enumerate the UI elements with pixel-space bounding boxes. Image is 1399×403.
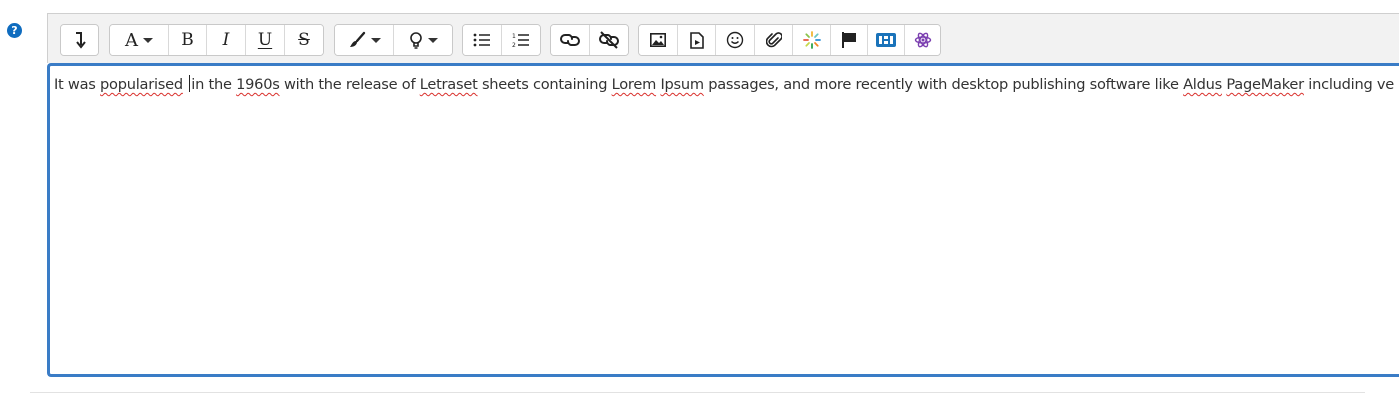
underline-button[interactable]: U [246, 25, 285, 55]
text-segment: with the release of [279, 76, 420, 93]
font-color-button[interactable]: A [110, 25, 169, 55]
flag-icon [842, 32, 856, 48]
unordered-list-button[interactable] [463, 25, 502, 55]
chevron-down-icon [370, 37, 381, 43]
text-segment: sheets containing [477, 76, 612, 93]
underline-icon: U [257, 30, 273, 50]
editor-content-area[interactable]: It was popularised in the 1960s with the… [47, 63, 1399, 377]
misspelled-word: Ipsum [660, 76, 704, 93]
collapse-icon [75, 32, 86, 49]
font-color-icon: A [125, 29, 138, 51]
text-segment: It was [54, 76, 101, 93]
brush-icon [349, 31, 365, 47]
unlink-icon [599, 31, 619, 49]
text-segment: including ve [1303, 76, 1394, 93]
bold-button[interactable]: B [169, 25, 207, 55]
bold-icon: B [181, 30, 194, 50]
brush-button[interactable] [335, 25, 394, 55]
misspelled-word: PageMaker [1226, 76, 1304, 93]
emoji-button[interactable] [716, 25, 755, 55]
rich-text-editor: A B I U S 1 2 It was popularised in the … [47, 13, 1399, 377]
flag-button[interactable] [831, 25, 868, 55]
italic-button[interactable]: I [207, 25, 246, 55]
text-segment: passages, and more recently with desktop… [703, 76, 1184, 93]
toolbar-group-links [550, 24, 629, 56]
atom-button[interactable] [905, 25, 940, 55]
h5p-icon [876, 33, 896, 47]
lightbulb-button[interactable] [394, 25, 452, 55]
misspelled-word: Aldus [1183, 76, 1222, 93]
help-icon[interactable]: ? [7, 23, 22, 38]
text-segment [183, 76, 187, 93]
atom-icon [914, 32, 931, 48]
svg-text:2: 2 [512, 42, 516, 48]
link-button[interactable] [551, 25, 590, 55]
unlink-button[interactable] [590, 25, 628, 55]
image-button[interactable] [639, 25, 678, 55]
strikethrough-button[interactable]: S [285, 25, 323, 55]
toolbar-group-text-style: A B I U S [109, 24, 324, 56]
image-icon [650, 33, 666, 47]
lightbulb-icon [409, 32, 422, 49]
toolbar-group-insert [638, 24, 941, 56]
collapse-button[interactable] [61, 25, 98, 55]
attachment-button[interactable] [755, 25, 793, 55]
unordered-list-icon [473, 33, 490, 47]
toolbar-group-collapse [60, 24, 99, 56]
emoji-icon [726, 31, 744, 49]
ordered-list-icon: 1 2 [512, 33, 529, 48]
divider [30, 392, 1365, 393]
attachment-icon [765, 32, 782, 48]
strikethrough-icon: S [298, 30, 310, 50]
misspelled-word: Lorem [611, 76, 657, 93]
misspelled-word: Letraset [419, 76, 478, 93]
editor-text[interactable]: It was popularised in the 1960s with the… [54, 75, 1394, 93]
italic-icon: I [222, 30, 230, 50]
h5p-button[interactable] [868, 25, 905, 55]
toolbar-group-highlight [334, 24, 453, 56]
svg-text:1: 1 [512, 33, 516, 40]
media-icon [689, 31, 704, 49]
text-segment: in the [191, 76, 237, 93]
media-button[interactable] [678, 25, 716, 55]
editor-toolbar: A B I U S 1 2 [47, 13, 1399, 63]
loading-icon [802, 31, 821, 49]
toolbar-group-lists: 1 2 [462, 24, 541, 56]
misspelled-word: popularised [100, 76, 183, 93]
chevron-down-icon [427, 37, 438, 43]
chevron-down-icon [143, 37, 153, 43]
link-icon [560, 34, 580, 46]
misspelled-word: 1960s [236, 76, 280, 93]
loading-button[interactable] [793, 25, 831, 55]
editor-page: ? A B I U S 1 2 It was popularised in th… [0, 0, 1399, 403]
ordered-list-button[interactable]: 1 2 [502, 25, 540, 55]
